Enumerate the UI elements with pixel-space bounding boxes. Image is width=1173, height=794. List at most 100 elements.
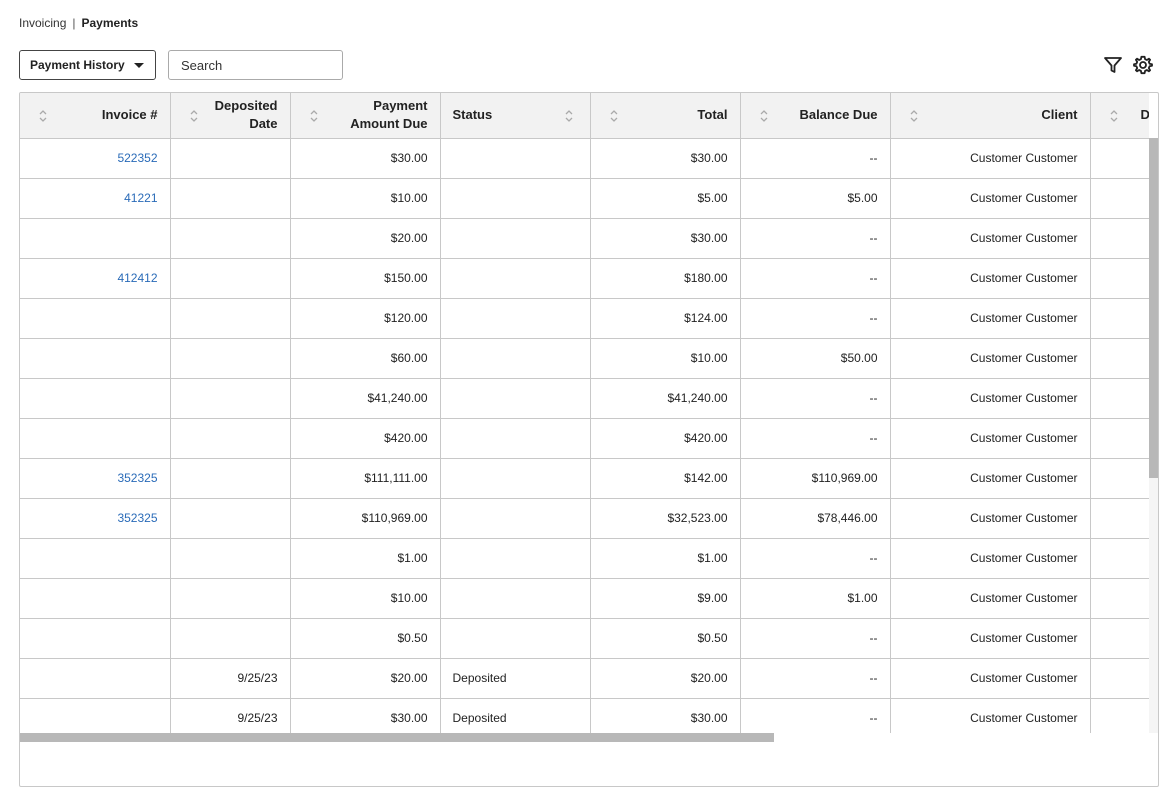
column-header-deposited-date[interactable]: Deposited Date	[170, 93, 291, 139]
cell-deposited-date: 9/25/23	[170, 698, 291, 733]
column-header-total[interactable]: Total	[590, 93, 741, 139]
cell-total-value: $20.00	[690, 671, 728, 685]
table-row[interactable]: $0.50 $0.50 -- Customer Customer	[20, 618, 1149, 659]
cell-total: $420.00	[590, 418, 741, 459]
cell-invoice: 352325	[20, 458, 171, 499]
table-row[interactable]: 522352 $30.00 $30.00 -- Customer Customer	[20, 138, 1149, 179]
invoice-link[interactable]: 41221	[124, 191, 157, 205]
cell-client: Customer Customer	[890, 138, 1091, 179]
search-input[interactable]	[168, 50, 343, 80]
cell-due-partial	[1090, 258, 1149, 299]
table-row[interactable]: $41,240.00 $41,240.00 -- Customer Customer	[20, 378, 1149, 419]
caret-down-icon	[134, 63, 144, 68]
table-row[interactable]: $60.00 $10.00 $50.00 Customer Customer	[20, 338, 1149, 379]
sort-icon[interactable]	[564, 108, 574, 124]
table-row[interactable]: 9/25/23 $20.00 Deposited $20.00 -- Customer C…	[20, 658, 1149, 699]
column-header-label-line2: Amount Due	[350, 116, 428, 132]
column-header-invoice[interactable]: Invoice #	[20, 93, 171, 139]
breadcrumb: Invoicing | Payments	[19, 16, 138, 30]
table-row[interactable]: $420.00 $420.00 -- Customer Customer	[20, 418, 1149, 459]
cell-balance-due: $1.00	[740, 578, 891, 619]
cell-total: $142.00	[590, 458, 741, 499]
sort-icon[interactable]	[909, 108, 919, 124]
invoice-link[interactable]: 412412	[117, 271, 157, 285]
payments-table-container: Invoice # Deposited Date Payment Amount …	[19, 92, 1159, 787]
invoice-link[interactable]: 522352	[117, 151, 157, 165]
cell-client: Customer Customer	[890, 418, 1091, 459]
table-row[interactable]: 412412 $150.00 $180.00 -- Customer Customer	[20, 258, 1149, 299]
cell-payment-amount-due-value: $10.00	[390, 591, 428, 605]
column-header-status[interactable]: Status	[440, 93, 591, 139]
cell-deposited-date	[170, 178, 291, 219]
cell-total-value: $32,523.00	[667, 511, 728, 525]
sort-icon[interactable]	[1109, 108, 1119, 124]
cell-deposited-date	[170, 418, 291, 459]
cell-total: $10.00	[590, 338, 741, 379]
cell-invoice: 412412	[20, 258, 171, 299]
cell-client: Customer Customer	[890, 258, 1091, 299]
cell-total: $1.00	[590, 538, 741, 579]
cell-client: Customer Customer	[890, 698, 1091, 733]
table-row[interactable]: $120.00 $124.00 -- Customer Customer	[20, 298, 1149, 339]
cell-client-value: Customer Customer	[970, 191, 1078, 205]
cell-total-value: $41,240.00	[667, 391, 728, 405]
cell-total-value: $180.00	[684, 271, 728, 285]
table-row[interactable]: $20.00 $30.00 -- Customer Customer	[20, 218, 1149, 259]
gear-icon[interactable]	[1132, 54, 1154, 76]
cell-payment-amount-due: $60.00	[290, 338, 441, 379]
cell-due-partial	[1090, 618, 1149, 659]
cell-status	[440, 378, 591, 419]
cell-status-value: Deposited	[452, 711, 507, 725]
cell-client-value: Customer Customer	[970, 271, 1078, 285]
sort-icon[interactable]	[38, 108, 48, 124]
table-row[interactable]: $1.00 $1.00 -- Customer Customer	[20, 538, 1149, 579]
column-header-payment-amount-due[interactable]: Payment Amount Due	[290, 93, 441, 139]
cell-client: Customer Customer	[890, 498, 1091, 539]
column-header-label-line1: Deposited	[214, 98, 278, 114]
cell-total-value: $30.00	[690, 711, 728, 725]
invoice-link[interactable]: 352325	[117, 471, 157, 485]
cell-total: $124.00	[590, 298, 741, 339]
cell-due-partial	[1090, 418, 1149, 459]
cell-status	[440, 218, 591, 259]
cell-balance-due: --	[740, 298, 891, 339]
sort-icon[interactable]	[189, 108, 199, 124]
breadcrumb-invoicing[interactable]: Invoicing	[19, 16, 66, 30]
cell-status	[440, 138, 591, 179]
table-row[interactable]: 352325 $110,969.00 $32,523.00 $78,446.00 Cus…	[20, 498, 1149, 539]
column-header-label-line1: Payment	[373, 98, 428, 114]
cell-status	[440, 178, 591, 219]
cell-payment-amount-due-value: $30.00	[390, 151, 428, 165]
table-row[interactable]: $10.00 $9.00 $1.00 Customer Customer	[20, 578, 1149, 619]
cell-status	[440, 458, 591, 499]
toolbar: Payment History	[19, 50, 1159, 80]
column-header-due-partial[interactable]: Du	[1090, 93, 1149, 139]
invoice-link[interactable]: 352325	[117, 511, 157, 525]
cell-invoice	[20, 418, 171, 459]
cell-balance-due-value: --	[869, 631, 878, 645]
cell-balance-due-value: $5.00	[847, 191, 878, 205]
sort-icon[interactable]	[609, 108, 619, 124]
filter-funnel-icon[interactable]	[1102, 54, 1124, 76]
cell-balance-due: $5.00	[740, 178, 891, 219]
table-row[interactable]: 41221 $10.00 $5.00 $5.00 Customer Customer	[20, 178, 1149, 219]
vertical-scrollbar-thumb[interactable]	[1149, 138, 1158, 478]
horizontal-scrollbar-thumb[interactable]	[20, 733, 774, 742]
column-header-client[interactable]: Client	[890, 93, 1091, 139]
cell-due-partial	[1090, 138, 1149, 179]
cell-balance-due-value: --	[869, 271, 878, 285]
sort-icon[interactable]	[309, 108, 319, 124]
cell-balance-due: --	[740, 538, 891, 579]
cell-deposited-date	[170, 338, 291, 379]
cell-deposited-date: 9/25/23	[170, 658, 291, 699]
cell-invoice: 41221	[20, 178, 171, 219]
payment-history-dropdown[interactable]: Payment History	[19, 50, 156, 80]
column-header-balance-due[interactable]: Balance Due	[740, 93, 891, 139]
cell-balance-due: $110,969.00	[740, 458, 891, 499]
table-row[interactable]: 9/25/23 $30.00 Deposited $30.00 -- Customer C…	[20, 698, 1149, 733]
sort-icon[interactable]	[759, 108, 769, 124]
cell-balance-due-value: --	[869, 671, 878, 685]
cell-status: Deposited	[440, 658, 591, 699]
table-row[interactable]: 352325 $111,111.00 $142.00 $110,969.00 Custo…	[20, 458, 1149, 499]
cell-balance-due-value: --	[869, 391, 878, 405]
